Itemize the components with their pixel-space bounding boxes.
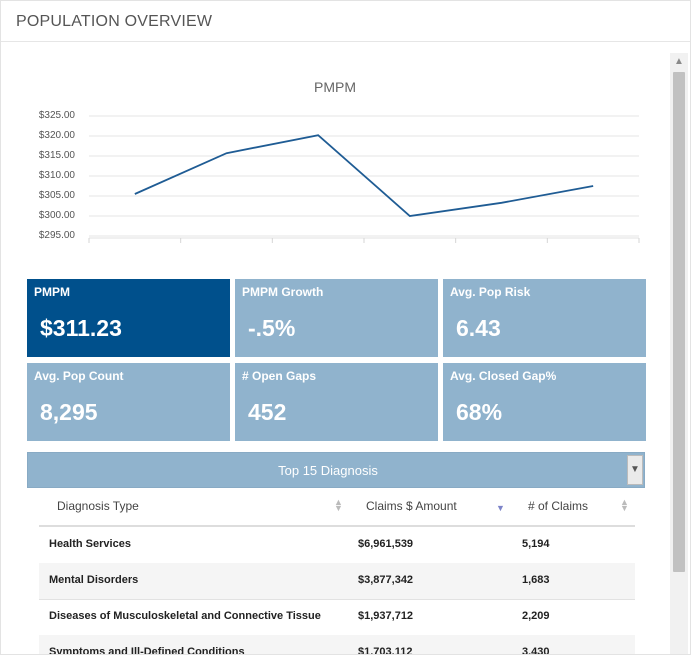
- diagnosis-select-value: Top 15 Diagnosis: [278, 463, 378, 478]
- pmpm-data-point[interactable]: [315, 132, 321, 138]
- scrollbar[interactable]: ▲: [670, 53, 688, 654]
- pmpm-data-point[interactable]: [590, 183, 596, 189]
- column-header-num-claims[interactable]: # of Claims: [528, 499, 588, 513]
- kpi-label: PMPM Growth: [242, 285, 324, 299]
- kpi-label: Avg. Pop Risk: [450, 285, 531, 299]
- kpi-tile-open-gaps[interactable]: # Open Gaps 452: [235, 363, 438, 441]
- table-row[interactable]: Mental Disorders $3,877,342 1,683: [39, 563, 635, 600]
- panel-header: POPULATION OVERVIEW: [1, 1, 690, 42]
- diagnosis-select[interactable]: Top 15 Diagnosis ▼: [27, 452, 645, 488]
- kpi-label: # Open Gaps: [242, 369, 317, 383]
- kpi-value: 452: [248, 399, 287, 425]
- pmpm-data-point[interactable]: [407, 213, 413, 219]
- population-overview-panel: POPULATION OVERVIEW ▲ PMPM $325.00 $320.0…: [0, 0, 691, 655]
- sort-icon[interactable]: ▲ ▼: [334, 498, 343, 513]
- kpi-value: 8,295: [40, 399, 98, 425]
- cell-num-claims: 2,209: [522, 610, 550, 622]
- kpi-label: Avg. Closed Gap%: [450, 369, 557, 383]
- cell-num-claims: 3,430: [522, 646, 550, 655]
- pmpm-data-point[interactable]: [132, 191, 138, 197]
- cell-claims-amount: $1,937,712: [358, 610, 414, 622]
- chevron-down-icon[interactable]: ▼: [627, 455, 643, 485]
- cell-claims-amount: $3,877,342: [358, 574, 414, 586]
- kpi-tile-avg-closed-gap[interactable]: Avg. Closed Gap% 68%: [443, 363, 646, 441]
- column-header-diagnosis-type[interactable]: Diagnosis Type: [57, 499, 139, 513]
- kpi-value: 68%: [456, 399, 503, 425]
- table-row[interactable]: Symptoms and Ill-Defined Conditions $1,7…: [39, 635, 635, 655]
- kpi-value: -.5%: [248, 315, 296, 341]
- kpi-label: PMPM: [34, 285, 70, 299]
- sort-desc-icon[interactable]: ▼: [496, 504, 505, 513]
- kpi-value: 6.43: [456, 315, 501, 341]
- cell-diagnosis-type: Diseases of Musculoskeletal and Connecti…: [49, 610, 321, 622]
- cell-diagnosis-type: Health Services: [49, 538, 131, 550]
- cell-claims-amount: $6,961,539: [358, 538, 414, 550]
- kpi-tile-avg-pop-count[interactable]: Avg. Pop Count 8,295: [27, 363, 230, 441]
- cell-diagnosis-type: Symptoms and Ill-Defined Conditions: [49, 646, 245, 655]
- table-header: Diagnosis Type ▲ ▼ Claims $ Amount ▼ # of…: [39, 489, 635, 527]
- pmpm-chart: PMPM $325.00 $320.00 $315.00 $310.00 $305.00…: [25, 71, 645, 261]
- cell-num-claims: 1,683: [522, 574, 550, 586]
- cell-claims-amount: $1,703,112: [358, 646, 413, 655]
- column-header-claims-amount[interactable]: Claims $ Amount: [366, 499, 457, 513]
- cell-num-claims: 5,194: [522, 538, 550, 550]
- table-row[interactable]: Diseases of Musculoskeletal and Connecti…: [39, 599, 635, 636]
- table-row[interactable]: Health Services $6,961,539 5,194: [39, 527, 635, 564]
- kpi-tile-avg-pop-risk[interactable]: Avg. Pop Risk 6.43: [443, 279, 646, 357]
- kpi-value: $311.23: [40, 315, 122, 341]
- pmpm-data-point[interactable]: [499, 200, 505, 206]
- sort-icon[interactable]: ▲ ▼: [620, 498, 629, 513]
- kpi-label: Avg. Pop Count: [34, 369, 124, 383]
- scrollbar-thumb[interactable]: [673, 72, 685, 572]
- cell-diagnosis-type: Mental Disorders: [49, 574, 139, 586]
- scroll-up-arrow-icon[interactable]: ▲: [670, 53, 688, 71]
- pmpm-chart-plot: [88, 115, 640, 243]
- kpi-tile-pmpm[interactable]: PMPM $311.23: [27, 279, 230, 357]
- kpi-tile-pmpm-growth[interactable]: PMPM Growth -.5%: [235, 279, 438, 357]
- panel-title: POPULATION OVERVIEW: [16, 13, 213, 30]
- pmpm-data-point[interactable]: [224, 150, 230, 156]
